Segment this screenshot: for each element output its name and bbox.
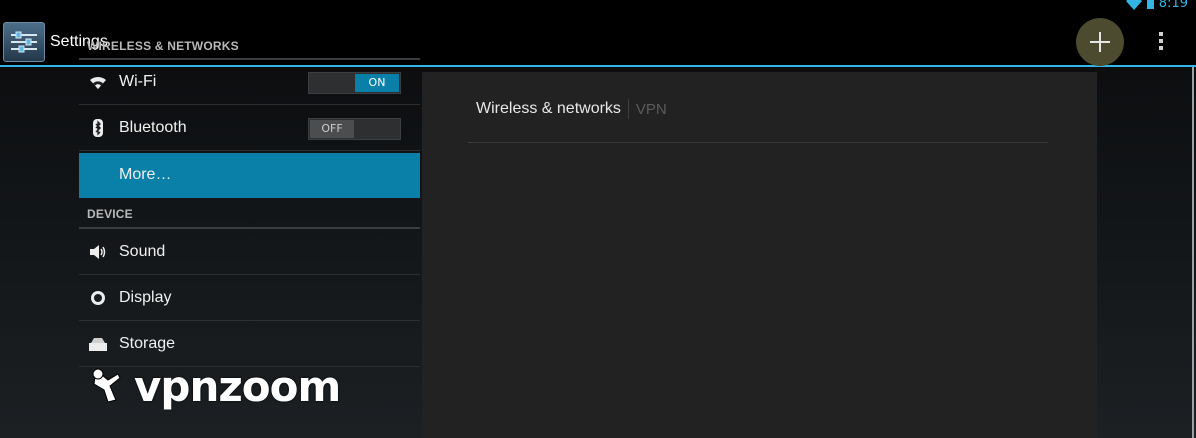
- detail-divider: [468, 142, 1048, 143]
- status-bar: 8:19: [0, 0, 1196, 15]
- scroll-edge: [1192, 67, 1194, 438]
- settings-item-wifi[interactable]: Wi-Fi ON: [79, 60, 420, 105]
- tab-wireless-networks[interactable]: Wireless & networks: [476, 100, 621, 118]
- breadcrumb: Wireless & networks VPN: [476, 99, 667, 119]
- detail-pane: Wireless & networks VPN: [422, 72, 1097, 438]
- wifi-toggle[interactable]: ON: [308, 72, 401, 94]
- settings-item-label: Sound: [119, 243, 166, 260]
- section-header-device: DEVICE: [87, 207, 133, 221]
- settings-item-label: Wi-Fi: [119, 73, 157, 90]
- bluetooth-icon: [93, 119, 103, 137]
- settings-item-storage[interactable]: Storage: [79, 322, 420, 367]
- tab-vpn[interactable]: VPN: [636, 101, 667, 118]
- speaker-icon: [90, 245, 106, 259]
- wifi-icon: [90, 76, 106, 89]
- battery-icon: [1146, 0, 1154, 9]
- watermark-text: vpnzoom: [134, 362, 341, 411]
- section-divider: [79, 227, 420, 229]
- plus-icon: [1090, 32, 1110, 52]
- wifi-signal-icon: [1125, 0, 1142, 10]
- settings-item-label: Storage: [119, 335, 176, 352]
- section-header-wireless: WIRELESS & NETWORKS: [87, 39, 239, 53]
- settings-item-label: Display: [119, 289, 172, 306]
- watermark-figure-icon: [92, 368, 121, 403]
- overflow-menu-icon[interactable]: [1150, 29, 1172, 53]
- tab-divider: [627, 99, 629, 119]
- settings-item-label: Bluetooth: [119, 119, 187, 136]
- settings-sliders-icon[interactable]: [3, 22, 45, 62]
- toggle-state: OFF: [310, 120, 354, 138]
- toggle-state: ON: [355, 74, 399, 92]
- watermark-logo: vpnzoom: [92, 362, 341, 426]
- settings-item-more[interactable]: More…: [79, 153, 420, 198]
- settings-item-bluetooth[interactable]: Bluetooth OFF: [79, 106, 420, 151]
- bluetooth-toggle[interactable]: OFF: [308, 118, 401, 140]
- settings-item-label: More…: [119, 166, 172, 183]
- settings-item-display[interactable]: Display: [79, 276, 420, 321]
- clock: 8:19: [1158, 0, 1188, 11]
- brightness-icon: [91, 291, 105, 305]
- add-button[interactable]: [1076, 18, 1124, 66]
- settings-item-sound[interactable]: Sound: [79, 230, 420, 275]
- storage-icon: [89, 338, 107, 351]
